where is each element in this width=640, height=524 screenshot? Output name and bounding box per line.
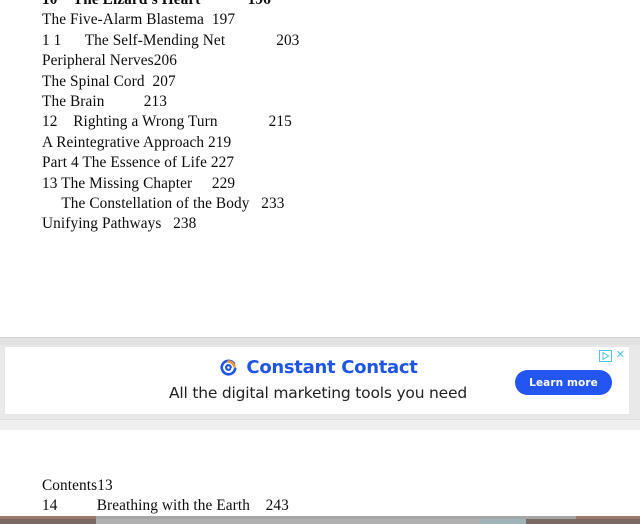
close-icon[interactable]: ✕ <box>616 349 625 361</box>
toc-line: 14 Breathing with the Earth 243 <box>42 497 289 515</box>
advertisement-region: Constant Contact All the digital marketi… <box>0 345 640 419</box>
adchoices-icon[interactable] <box>598 349 612 362</box>
advertisement-banner[interactable]: Constant Contact All the digital marketi… <box>4 346 630 415</box>
toc-line: Part 4 The Essence of Life 227 <box>42 154 235 172</box>
toc-line-list-bottom: Contents13 14 Breathing with the Earth 2… <box>0 476 640 516</box>
toc-line: Peripheral Nerves206 <box>42 52 177 70</box>
toc-line: Unifying Pathways 238 <box>42 215 197 233</box>
toc-line: A Reintegrative Approach 219 <box>42 133 232 151</box>
toc-line: 10 The Lizard's Heart 196 <box>0 0 640 10</box>
document-page-top: 10 The Lizard's Heart 196 The Five-Alarm… <box>0 0 640 337</box>
ad-brand-name: Constant Contact <box>246 357 418 378</box>
constant-contact-logo-icon <box>218 357 239 378</box>
toc-line: The Spinal Cord 207 <box>42 72 176 90</box>
toc-line: The Brain 213 <box>42 93 167 111</box>
ad-gutter <box>0 419 640 430</box>
learn-more-button[interactable]: Learn more <box>515 370 612 395</box>
bottom-bar-lower-accent <box>480 519 526 524</box>
toc-line: 13 The Missing Chapter 229 <box>42 174 236 192</box>
bottom-chrome-bar <box>0 516 640 524</box>
toc-line: 12 Righting a Wrong Turn 215 <box>42 113 292 131</box>
toc-line: 1 1 The Self-Mending Net 203 <box>42 31 300 49</box>
ad-separator-band <box>0 337 640 345</box>
toc-line: The Five-Alarm Blastema 197 <box>42 11 236 29</box>
document-page-bottom: Contents13 14 Breathing with the Earth 2… <box>0 430 640 516</box>
ad-controls: ✕ <box>598 349 625 362</box>
toc-line: The Constellation of the Body 233 <box>42 195 285 213</box>
toc-line: Contents13 <box>42 477 113 494</box>
toc-line-list: 10 The Lizard's Heart 196 The Five-Alarm… <box>0 0 640 235</box>
bottom-bar-lower-light <box>96 519 480 524</box>
